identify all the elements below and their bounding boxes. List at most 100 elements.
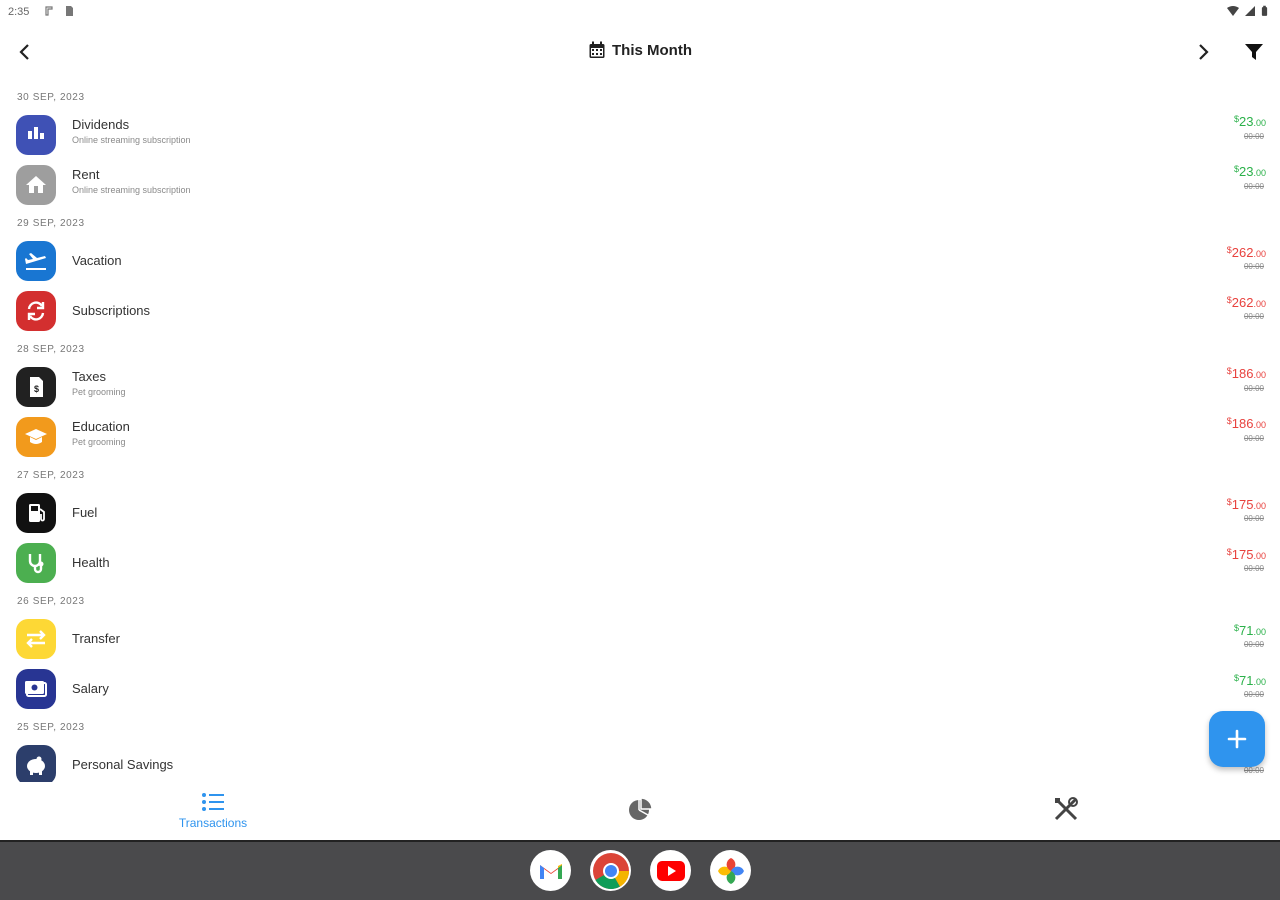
transaction-time: 00:00	[1243, 514, 1264, 523]
add-transaction-button[interactable]	[1209, 711, 1265, 767]
amount-value: 186	[1231, 366, 1254, 381]
transaction-amount: $71.00	[1234, 623, 1266, 638]
system-dock	[0, 840, 1280, 900]
date-header: 30 SEP, 2023	[17, 91, 85, 103]
date-header: 25 SEP, 2023	[17, 721, 85, 733]
amount-value: 262	[1231, 245, 1254, 260]
amount-cents: .00	[1253, 299, 1266, 309]
transaction-time: 00:00	[1243, 262, 1264, 271]
amount-cents: .00	[1253, 420, 1266, 430]
tab-transactions[interactable]: Transactions	[0, 782, 426, 840]
cash-icon	[25, 681, 47, 697]
calendar-icon	[589, 41, 605, 58]
amount-value: 175	[1231, 497, 1254, 512]
category-tile	[16, 543, 56, 583]
stethoscope-icon	[28, 554, 44, 574]
category-tile	[16, 493, 56, 533]
amount-cents: .00	[1253, 249, 1266, 259]
photos-icon	[717, 857, 744, 884]
house-icon	[26, 176, 46, 193]
transaction-row[interactable]: Personal Savings 00:00	[0, 740, 1280, 782]
amount-value: 71	[1239, 673, 1254, 688]
transaction-time: 00:00	[1243, 690, 1264, 699]
category-tile	[16, 619, 56, 659]
transaction-time: 00:00	[1243, 132, 1264, 141]
category-name: Vacation	[72, 253, 122, 268]
category-tile	[16, 417, 56, 457]
category-tile	[16, 669, 56, 709]
category-name: Transfer	[72, 631, 120, 646]
amount-value: 23	[1239, 164, 1254, 179]
amount-cents: .00	[1253, 677, 1266, 687]
transaction-amount: $71.00	[1234, 673, 1266, 688]
amount-cents: .00	[1253, 118, 1266, 128]
transaction-row[interactable]: Vacation $262.00 00:00	[0, 236, 1280, 286]
transaction-amount: $186.00	[1227, 416, 1266, 431]
transaction-row[interactable]: Subscriptions $262.00 00:00	[0, 286, 1280, 336]
transaction-time: 00:00	[1243, 766, 1264, 775]
transaction-time: 00:00	[1243, 640, 1264, 649]
transaction-note: Online streaming subscription	[72, 135, 191, 145]
category-name: Health	[72, 555, 110, 570]
category-tile	[16, 241, 56, 281]
category-tile	[16, 291, 56, 331]
transaction-amount: $186.00	[1227, 366, 1266, 381]
amount-value: 186	[1231, 416, 1254, 431]
transaction-time: 00:00	[1243, 312, 1264, 321]
amount-value: 23	[1239, 114, 1254, 129]
amount-value: 175	[1231, 547, 1254, 562]
transaction-row[interactable]: Rent Online streaming subscription $23.00 0…	[0, 160, 1280, 210]
transaction-row[interactable]: Dividends Online streaming subscription $2…	[0, 110, 1280, 160]
bottom-navigation: Transactions	[0, 782, 1280, 840]
transaction-note: Online streaming subscription	[72, 185, 191, 195]
next-month-button[interactable]	[1190, 38, 1218, 66]
stock-icon	[28, 127, 44, 139]
tab-statistics[interactable]	[427, 782, 853, 840]
transaction-time: 00:00	[1243, 434, 1264, 443]
amount-value: 71	[1239, 623, 1254, 638]
category-tile	[16, 745, 56, 782]
category-name: Taxes	[72, 369, 106, 384]
list-icon	[202, 793, 224, 811]
amount-cents: .00	[1253, 627, 1266, 637]
youtube-app-button[interactable]	[650, 850, 691, 891]
transaction-row[interactable]: Health $175.00 00:00	[0, 538, 1280, 588]
filter-button[interactable]	[1240, 38, 1268, 66]
tax-icon: $	[30, 377, 43, 397]
transaction-note: Pet grooming	[72, 437, 126, 447]
svg-text:$: $	[34, 384, 39, 394]
piggy-bank-icon	[27, 756, 45, 775]
transaction-amount: $23.00	[1234, 164, 1266, 179]
date-header: 28 SEP, 2023	[17, 343, 85, 355]
period-selector[interactable]: This Month	[0, 41, 1280, 59]
transaction-amount: $262.00	[1227, 245, 1266, 260]
amount-cents: .00	[1253, 501, 1266, 511]
transaction-row[interactable]: Salary $71.00 00:00	[0, 664, 1280, 714]
transaction-row[interactable]: Education Pet grooming $186.00 00:00	[0, 412, 1280, 462]
transaction-amount: $175.00	[1227, 497, 1266, 512]
amount-cents: .00	[1253, 370, 1266, 380]
transaction-time: 00:00	[1243, 384, 1264, 393]
status-bar: 2:35	[0, 0, 1280, 26]
plus-icon	[1227, 729, 1247, 749]
category-tile	[16, 115, 56, 155]
category-name: Dividends	[72, 117, 130, 132]
app-bar: This Month	[0, 30, 1280, 74]
photos-app-button[interactable]	[710, 850, 751, 891]
tools-icon	[1054, 797, 1078, 821]
tab-tools[interactable]	[853, 782, 1279, 840]
category-name: Salary	[72, 681, 109, 696]
transaction-list[interactable]: 30 SEP, 2023 Dividends Online streaming su…	[0, 84, 1280, 782]
date-header: 27 SEP, 2023	[17, 469, 85, 481]
chrome-app-button[interactable]	[590, 850, 631, 891]
transaction-row[interactable]: Transfer $71.00 00:00	[0, 614, 1280, 664]
transaction-time: 00:00	[1243, 564, 1264, 573]
date-header: 26 SEP, 2023	[17, 595, 85, 607]
plane-icon	[25, 253, 46, 270]
gmail-app-button[interactable]	[530, 850, 571, 891]
transaction-row[interactable]: Fuel $175.00 00:00	[0, 488, 1280, 538]
fuel-pump-icon	[29, 504, 45, 522]
date-header: 29 SEP, 2023	[17, 217, 85, 229]
transaction-row[interactable]: $ Taxes Pet grooming $186.00 00:00	[0, 362, 1280, 412]
page-title: This Month	[612, 41, 692, 59]
